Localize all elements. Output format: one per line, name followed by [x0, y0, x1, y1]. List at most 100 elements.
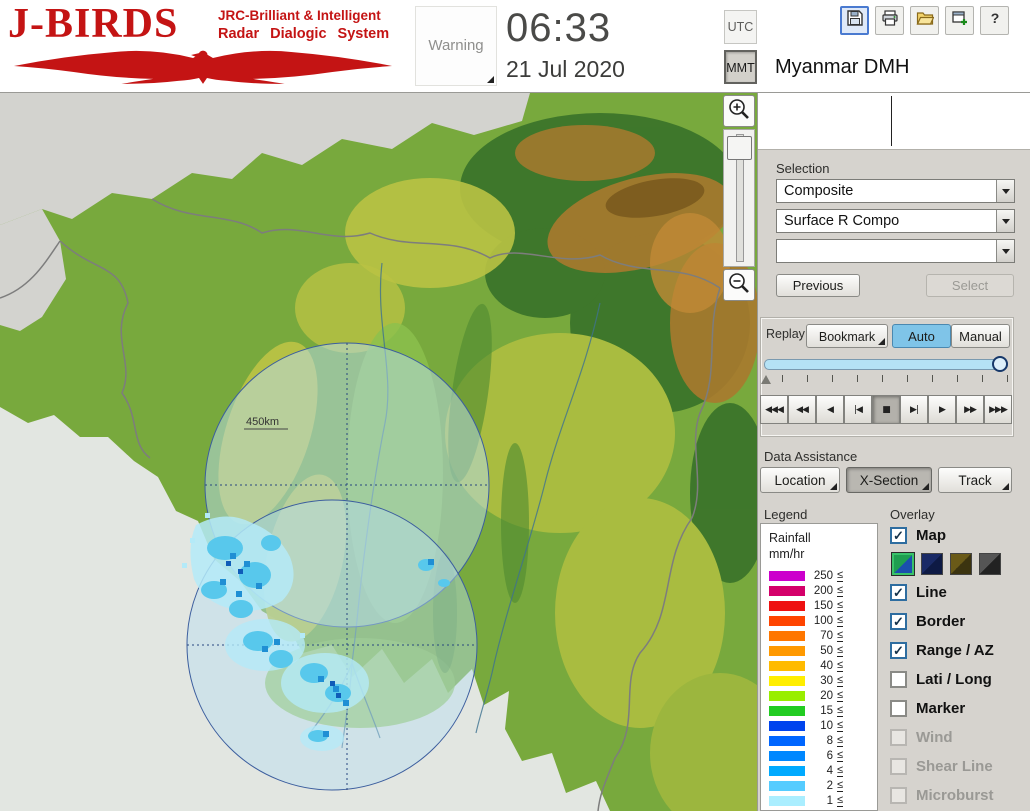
step-back-button[interactable]: ◀	[816, 395, 844, 424]
legend-row: 8 ≤	[769, 734, 877, 749]
overlay-item-map[interactable]: ✓ Map	[890, 521, 1030, 550]
replay-manual-button[interactable]: Manual	[951, 324, 1010, 348]
legend-row: 2 ≤	[769, 779, 877, 794]
help-button[interactable]: ?	[980, 6, 1009, 35]
overlay-item-label: Marker	[916, 700, 966, 717]
legend-value: 6	[826, 750, 833, 762]
fast-rewind-button[interactable]: ◀◀◀	[760, 395, 788, 424]
overlay-section-label: Overlay	[890, 507, 935, 522]
legend-value: 2	[826, 780, 833, 792]
legend-value: 20	[820, 690, 833, 702]
track-menu-corner	[1002, 483, 1009, 490]
composite-combo[interactable]: Composite	[776, 179, 1015, 203]
replay-auto-button[interactable]: Auto	[892, 324, 951, 348]
bookmark-button-label: Bookmark	[818, 329, 876, 344]
map-style-swatch[interactable]	[921, 553, 943, 575]
save-icon	[846, 9, 864, 32]
map-style-swatch[interactable]	[979, 553, 1001, 575]
overlay-item-label: Border	[916, 613, 966, 630]
checkbox	[890, 729, 907, 746]
replay-slider-thumb[interactable]	[992, 356, 1008, 372]
save-button[interactable]	[840, 6, 869, 35]
folder-icon	[916, 9, 934, 32]
select-button[interactable]: Select	[926, 274, 1014, 297]
legend-row: 20 ≤	[769, 689, 877, 704]
play-reverse-button[interactable]: |◀	[844, 395, 872, 424]
legend-row: 6 ≤	[769, 749, 877, 764]
legend-color-swatch	[769, 571, 805, 581]
legend-value: 150	[813, 600, 833, 612]
fast-forward-button[interactable]: ▶▶▶	[984, 395, 1012, 424]
overlay-item-border[interactable]: ✓ Border	[890, 607, 1030, 636]
legend-color-swatch	[769, 586, 805, 596]
map-style-swatch[interactable]	[950, 553, 972, 575]
legend-scale: 250 ≤200 ≤150 ≤100 ≤70 ≤50 ≤40 ≤30 ≤20 ≤15 ≤10 ≤8 ≤6…	[769, 569, 877, 809]
rewind-button[interactable]: ◀◀	[788, 395, 816, 424]
station-list-area[interactable]	[758, 93, 1030, 150]
zoom-out-icon	[727, 271, 751, 300]
print-button[interactable]	[875, 6, 904, 35]
legend-value: 100	[813, 615, 833, 627]
add-window-button[interactable]	[945, 6, 974, 35]
radar-map[interactable]: 450km	[0, 93, 757, 811]
checkbox[interactable]: ✓	[890, 642, 907, 659]
legend-unit-line2: mm/hr	[769, 547, 805, 562]
svg-text:450km: 450km	[246, 416, 279, 428]
zoom-out-button[interactable]	[723, 269, 755, 301]
checkbox[interactable]	[890, 700, 907, 717]
play-button[interactable]: ▶	[928, 395, 956, 424]
overlay-item-marker[interactable]: Marker	[890, 694, 1030, 723]
checkbox[interactable]: ✓	[890, 527, 907, 544]
chevron-down-icon[interactable]	[996, 210, 1014, 232]
checkbox	[890, 787, 907, 804]
checkbox[interactable]: ✓	[890, 584, 907, 601]
x-section-button[interactable]: X-Section	[846, 467, 932, 493]
play-step-button[interactable]: ▶|	[900, 395, 928, 424]
zoom-slider[interactable]	[723, 129, 755, 267]
bookmark-button[interactable]: Bookmark	[806, 324, 888, 348]
legend-row: 70 ≤	[769, 629, 877, 644]
legend-value: 4	[826, 765, 833, 777]
extra-combo[interactable]	[776, 239, 1015, 263]
forward-button[interactable]: ▶▶	[956, 395, 984, 424]
previous-button[interactable]: Previous	[776, 274, 860, 297]
product-combo[interactable]: Surface R Compo	[776, 209, 1015, 233]
track-button[interactable]: Track	[938, 467, 1012, 493]
legend-lte-symbol: ≤	[837, 569, 844, 582]
warning-panel[interactable]: Warning	[415, 6, 497, 86]
svg-text:?: ?	[990, 10, 999, 26]
legend-color-swatch	[769, 676, 805, 686]
logo-subtitle-line2: Radar Dialogic System	[218, 25, 390, 42]
clock-date: 21 Jul 2020	[506, 56, 625, 82]
legend-lte-symbol: ≤	[837, 734, 844, 747]
zoom-slider-thumb[interactable]	[727, 136, 752, 160]
location-button[interactable]: Location	[760, 467, 840, 493]
legend-lte-symbol: ≤	[837, 779, 844, 792]
map-style-swatch[interactable]	[891, 552, 915, 576]
overlay-item-microburst: Microburst	[890, 781, 1030, 810]
mmt-toggle-button[interactable]: MMT	[724, 50, 757, 84]
checkbox[interactable]	[890, 671, 907, 688]
legend-value: 15	[820, 705, 833, 717]
chevron-down-icon[interactable]	[996, 180, 1014, 202]
help-icon: ?	[986, 9, 1004, 32]
replay-timeline-slider[interactable]	[764, 359, 1008, 370]
zoom-controls	[723, 95, 755, 301]
checkbox[interactable]: ✓	[890, 613, 907, 630]
composite-combo-value: Composite	[784, 183, 854, 199]
utc-toggle-button[interactable]: UTC	[724, 10, 757, 44]
stop-button[interactable]: ■	[872, 395, 900, 424]
overlay-item-range-az[interactable]: ✓ Range / AZ	[890, 636, 1030, 665]
warning-label: Warning	[428, 37, 484, 54]
map-canvas: 450km	[0, 93, 757, 811]
overlay-item-lati-long[interactable]: Lati / Long	[890, 665, 1030, 694]
zoom-in-button[interactable]	[723, 95, 755, 127]
legend-value: 1	[826, 795, 833, 807]
open-folder-button[interactable]	[910, 6, 939, 35]
chevron-down-icon[interactable]	[996, 240, 1014, 262]
legend-lte-symbol: ≤	[837, 689, 844, 702]
station-name: Myanmar DMH	[775, 56, 910, 78]
product-combo-value: Surface R Compo	[784, 213, 900, 229]
overlay-item-line[interactable]: ✓ Line	[890, 578, 1030, 607]
legend-lte-symbol: ≤	[837, 659, 844, 672]
